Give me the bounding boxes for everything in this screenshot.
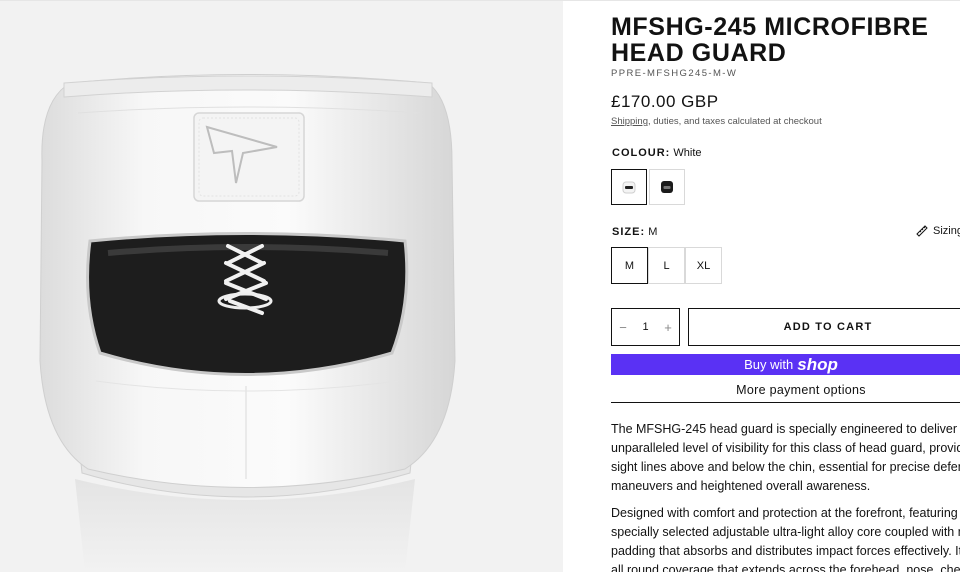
colour-label-key: COLOUR: bbox=[612, 147, 671, 159]
size-label: SIZE: M bbox=[612, 226, 657, 238]
size-option-m[interactable]: M bbox=[611, 247, 648, 284]
description-line: maneuvers and heightened overall awarene… bbox=[611, 479, 871, 493]
description-line: unparalleled level of visibility for thi… bbox=[611, 441, 960, 455]
shop-pay-buy-with: Buy with bbox=[744, 357, 794, 372]
black-headguard-thumb-icon bbox=[661, 181, 673, 193]
description-paragraph-1: The MFSHG-245 head guard is specially en… bbox=[611, 420, 960, 496]
description-line: specially selected adjustable ultra-ligh… bbox=[611, 525, 960, 539]
quantity-decrease-button[interactable]: − bbox=[612, 320, 634, 335]
product-image[interactable] bbox=[0, 1, 563, 572]
shop-pay-button[interactable]: Buy with shop bbox=[611, 354, 960, 375]
colour-label: COLOUR: White bbox=[612, 147, 702, 159]
ruler-icon bbox=[916, 225, 928, 237]
white-headguard-thumb-icon bbox=[622, 181, 636, 194]
quantity-stepper: − 1 + bbox=[611, 308, 680, 346]
more-payment-options-link[interactable]: More payment options bbox=[611, 383, 960, 397]
product-title: MFSHG-245 MICROFIBRE HEAD GUARD bbox=[611, 13, 929, 67]
head-guard-illustration bbox=[39, 74, 456, 572]
size-option-xl[interactable]: XL bbox=[685, 247, 722, 284]
tax-note: Shipping, duties, and taxes calculated a… bbox=[611, 116, 822, 127]
description-line: Designed with comfort and protection at … bbox=[611, 506, 960, 520]
size-option-l[interactable]: L bbox=[648, 247, 685, 284]
colour-swatch-black[interactable] bbox=[649, 169, 685, 205]
product-sku: PPRE-MFSHG245-M-W bbox=[611, 68, 738, 79]
product-info-panel: MFSHG-245 MICROFIBRE HEAD GUARD PPRE-MFS… bbox=[611, 0, 960, 572]
product-price: £170.00 GBP bbox=[611, 92, 719, 111]
description-line: padding that absorbs and distributes imp… bbox=[611, 544, 960, 558]
tax-note-text: , duties, and taxes calculated at checko… bbox=[647, 116, 822, 127]
sizing-label: Sizing bbox=[933, 225, 960, 237]
colour-selected-value: White bbox=[673, 147, 702, 159]
quantity-value[interactable]: 1 bbox=[642, 321, 648, 333]
shop-pay-logo: shop bbox=[797, 354, 838, 374]
description-paragraph-2: Designed with comfort and protection at … bbox=[611, 504, 960, 572]
description-line: sight lines above and below the chin, es… bbox=[611, 460, 960, 474]
more-payment-underline bbox=[611, 402, 960, 403]
shipping-link[interactable]: Shipping bbox=[611, 116, 648, 127]
size-label-key: SIZE: bbox=[612, 226, 646, 238]
add-to-cart-button[interactable]: ADD TO CART bbox=[688, 308, 960, 346]
description-line: The MFSHG-245 head guard is specially en… bbox=[611, 422, 960, 436]
description-line: all round coverage that extends across t… bbox=[611, 563, 960, 572]
size-selected-value: M bbox=[648, 226, 658, 238]
sizing-guide-link[interactable]: Sizing bbox=[916, 225, 960, 237]
colour-swatch-white[interactable] bbox=[611, 169, 647, 205]
quantity-increase-button[interactable]: + bbox=[657, 320, 679, 335]
